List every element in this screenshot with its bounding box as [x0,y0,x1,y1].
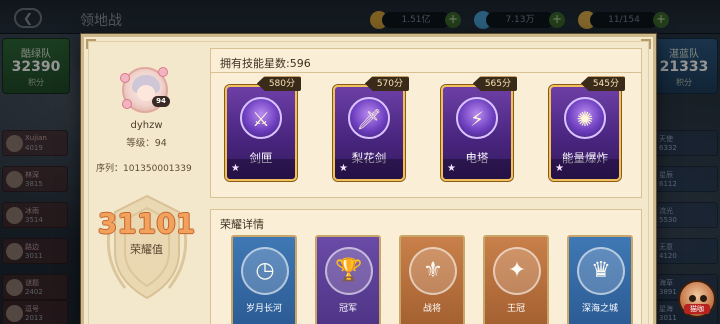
badge-glyph: ◷ [255,258,275,283]
mascot-eye [700,295,707,302]
badge-glyph: ✦ [507,258,527,283]
user-level: 等级：94 [126,138,167,149]
compass-emblem-icon: ✦ [493,247,541,295]
helmet-icon: ♛ [577,247,625,295]
skills-panel: 拥有技能星数:596 ⚔ 剑匣 ★ 580分 🗡 梨花剑 ★ 570分 ⚡ 电塔… [210,48,642,198]
badge-name: 深海之城 [581,304,618,314]
mascot-label: 猫咖 [684,304,710,314]
skill-score: 545分 [580,76,625,91]
star-icon: ★ [231,163,240,174]
badge-glyph: ⚜ [423,258,443,283]
energy-burst-icon: ✺ [564,97,606,139]
skill-score: 570分 [364,76,409,91]
badge-name: 冠军 [338,304,357,314]
honor-badge-card[interactable]: 🏆 冠军 [315,235,381,324]
honor-badge-card[interactable]: ♛ 深海之城 [567,235,633,324]
skill-glyph: ✺ [576,107,594,131]
skill-score: 565分 [472,76,517,91]
skills-title: 拥有技能星数:596 [220,57,311,70]
serial-number: 序列：101350001339 [96,164,192,174]
honor-details-panel: 荣耀详情 ◷ 岁月长河 🏆 冠军 ⚜ 战将 ✦ 王冠 ♛ 深海之城 [210,209,642,324]
electric-tower-icon: ⚡ [456,97,498,139]
badge-glyph: 🏆 [335,258,363,283]
badge-name: 王冠 [506,304,525,314]
mascot-eye [689,295,696,302]
skill-card[interactable]: ✺ 能量爆炸 ★ 545分 [549,76,625,181]
skill-card[interactable]: ⚡ 电塔 ★ 565分 [441,76,517,181]
player-info-modal: 94 dyhzw 等级：94 序列：101350001339 31101 荣耀值… [81,34,656,324]
pear-sword-icon: 🗡 [348,97,390,139]
flower-decoration [158,67,168,77]
star-icon: ★ [555,163,564,174]
username: dyhzw [130,120,163,131]
skill-glyph: ⚡ [469,107,485,131]
level-badge: 94 [152,96,170,107]
star-icon: ★ [447,163,456,174]
divider [211,72,641,73]
skill-card[interactable]: 🗡 梨花剑 ★ 570分 [333,76,409,181]
sword-case-icon: ⚔ [240,97,282,139]
skill-glyph: ⚔ [252,107,270,131]
sword-emblem-icon: ⚜ [409,247,457,295]
star-icon: ★ [339,163,348,174]
badge-name: 岁月长河 [245,304,282,314]
profile-column: 94 dyhzw 等级：94 序列：101350001339 31101 荣耀值 [84,37,209,324]
badge-name: 战将 [422,304,441,314]
skill-glyph: 🗡 [356,107,382,131]
honor-label: 荣耀值 [130,243,163,256]
flower-decoration [122,99,132,109]
trophy-icon: 🏆 [325,247,373,295]
honor-badge-card[interactable]: ⚜ 战将 [399,235,465,324]
honor-details-title: 荣耀详情 [220,218,264,231]
skill-score: 580分 [256,76,301,91]
clock-icon: ◷ [241,247,289,295]
honor-badge-card[interactable]: ✦ 王冠 [483,235,549,324]
badge-glyph: ♛ [591,258,611,283]
frame-corner [641,39,651,49]
honor-badge-card[interactable]: ◷ 岁月长河 [231,235,297,324]
honor-value: 31101 [97,207,196,240]
flower-decoration [120,73,130,83]
skill-card[interactable]: ⚔ 剑匣 ★ 580分 [225,76,301,181]
mascot-button[interactable]: 猫咖 [678,280,716,318]
